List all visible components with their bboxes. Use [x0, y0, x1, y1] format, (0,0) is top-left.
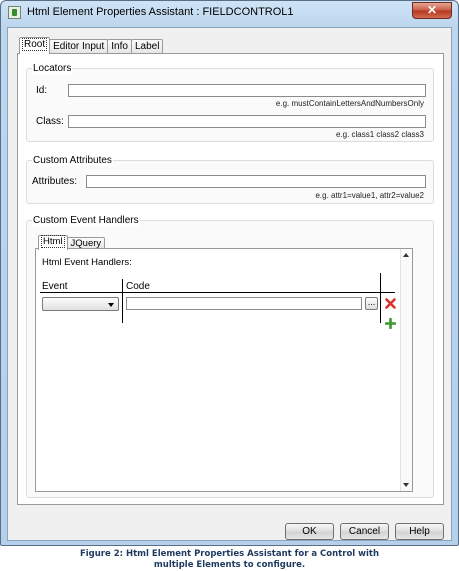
attributes-input[interactable]	[86, 175, 426, 188]
help-button[interactable]: Help	[395, 523, 444, 540]
browse-button[interactable]: ...	[365, 297, 378, 310]
cancel-button[interactable]: Cancel	[340, 523, 389, 540]
id-input[interactable]	[68, 84, 426, 97]
html-event-handlers-panel: Html Event Handlers: Event Code ...	[35, 248, 413, 492]
title-bar[interactable]: Html Element Properties Assistant : FIEL…	[1, 1, 458, 25]
attributes-hint: e.g. attr1=value1, attr2=value2	[315, 191, 424, 200]
custom-attributes-group: Custom Attributes Attributes: e.g. attr1…	[26, 155, 434, 204]
main-tabs: Root Editor Input Info Label	[19, 37, 164, 54]
delete-icon[interactable]	[385, 298, 396, 309]
header-separator	[40, 292, 395, 293]
class-label: Class:	[36, 116, 64, 127]
class-input[interactable]	[68, 115, 426, 128]
locators-group: Locators Id: e.g. mustContainLettersAndN…	[26, 63, 434, 142]
code-input[interactable]	[126, 297, 362, 310]
window-title: Html Element Properties Assistant : FIEL…	[27, 6, 294, 18]
event-handler-tabs: Html JQuery	[38, 235, 106, 250]
caption-line-1: Figure 2: Html Element Properties Assist…	[79, 549, 380, 559]
ok-button[interactable]: OK	[285, 523, 334, 540]
class-hint: e.g. class1 class2 class3	[335, 130, 424, 139]
figure-caption: Figure 2: Html Element Properties Assist…	[0, 549, 459, 571]
app-icon	[8, 6, 21, 19]
vertical-scrollbar[interactable]	[400, 249, 412, 491]
event-select[interactable]	[42, 297, 119, 311]
close-button[interactable]: ✕	[412, 2, 452, 19]
tab-info[interactable]: Info	[107, 39, 132, 54]
event-column-header: Event	[42, 281, 68, 292]
custom-event-handlers-group: Custom Event Handlers Html JQuery Html E…	[26, 215, 434, 498]
add-icon[interactable]	[385, 318, 396, 329]
tab-html-label: Html	[41, 235, 65, 248]
id-hint: e.g. mustContainLettersAndNumbersOnly	[275, 99, 424, 108]
tab-root-label: Root	[21, 38, 48, 51]
code-column-header: Code	[126, 281, 150, 292]
locators-title: Locators	[32, 63, 73, 74]
caption-line-2: multiple Elements to configure.	[153, 560, 306, 570]
tab-label[interactable]: Label	[130, 39, 164, 54]
root-tab-panel: Locators Id: e.g. mustContainLettersAndN…	[17, 53, 444, 505]
custom-event-handlers-title: Custom Event Handlers	[32, 215, 140, 226]
scroll-up-icon[interactable]	[403, 253, 409, 257]
attributes-label: Attributes:	[32, 176, 78, 187]
tab-editor-input[interactable]: Editor Input	[49, 39, 109, 54]
scroll-down-icon[interactable]	[403, 483, 409, 487]
id-label: Id:	[36, 85, 48, 96]
dialog-window: Html Element Properties Assistant : FIEL…	[0, 0, 459, 546]
chevron-down-icon	[108, 303, 114, 307]
tab-html[interactable]: Html	[38, 235, 68, 250]
tab-root[interactable]: Root	[19, 37, 51, 54]
dialog-client: Root Editor Input Info Label Locators Id…	[7, 27, 452, 541]
column-divider-2	[380, 273, 381, 323]
custom-attributes-title: Custom Attributes	[32, 155, 113, 166]
html-event-handlers-label: Html Event Handlers:	[42, 257, 132, 268]
column-divider-1	[122, 279, 123, 323]
